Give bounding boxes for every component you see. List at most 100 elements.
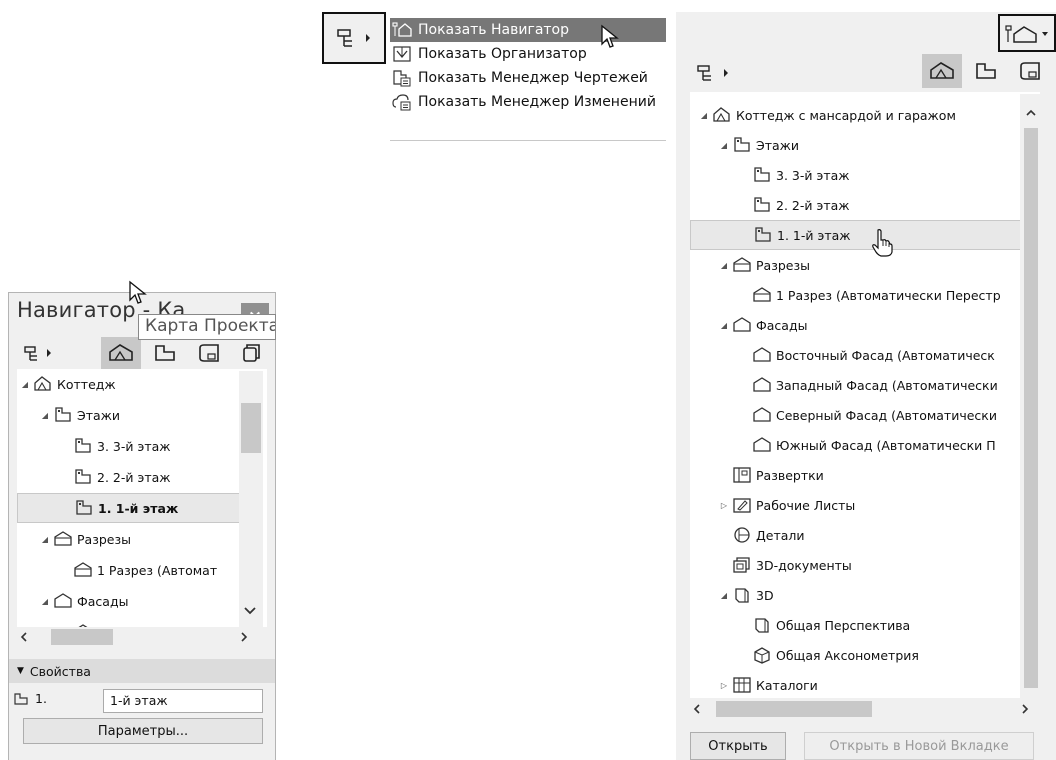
tree-item[interactable]: 2. 2-й этаж [690, 190, 1022, 220]
tree-horizontal-scrollbar[interactable] [690, 698, 1040, 720]
tree-item[interactable]: ◢ Коттедж [17, 369, 243, 399]
tree-item[interactable]: Развертки [690, 460, 1022, 490]
tree-item[interactable]: Восточный Фасад (Автоматическ [690, 340, 1022, 370]
scroll-right-arrow[interactable] [239, 631, 249, 643]
properties-header-label: Свойства [29, 663, 91, 679]
palette-menu-button[interactable] [998, 14, 1056, 52]
tooltip: Карта Проекта [138, 314, 276, 340]
collapse-triangle-icon[interactable]: ▷ [718, 501, 730, 510]
tree-vertical-scrollbar[interactable] [239, 371, 263, 627]
tree-item-label: 1. 1-й этаж [777, 227, 851, 243]
scroll-left-arrow[interactable] [692, 703, 702, 715]
tree-item-label: 3. 3-й этаж [776, 167, 850, 183]
3d-icon [752, 616, 772, 634]
tree-item[interactable]: ◢ Фасады [17, 586, 243, 616]
menu-item[interactable]: Показать Навигатор [390, 18, 666, 42]
tree-item[interactable]: ▷ Каталоги [690, 670, 1022, 698]
tree-item[interactable]: ◢ Разрезы [17, 524, 243, 554]
tree-item[interactable]: Общая Аксонометрия [690, 640, 1022, 670]
expand-triangle-icon[interactable]: ◢ [39, 597, 51, 606]
tree-item[interactable]: 1 Разрез (Автомат [17, 555, 243, 585]
tree-item[interactable]: ◢ Этажи [17, 400, 243, 430]
view-menu-button[interactable] [17, 339, 61, 367]
scrollbar-thumb[interactable] [51, 629, 113, 645]
expand-triangle-icon[interactable]: ◢ [698, 111, 710, 120]
tree-item[interactable]: Южный Фасад (Автоматически П [690, 430, 1022, 460]
collapse-triangle-icon[interactable]: ▷ [718, 681, 730, 690]
window-menu-button[interactable] [322, 12, 386, 64]
story-icon [73, 437, 93, 455]
worksheet-icon [732, 496, 752, 514]
expand-triangle-icon[interactable]: ◢ [39, 411, 51, 420]
scrollbar-thumb[interactable] [1024, 128, 1038, 688]
tree-item[interactable]: ◢ Разрезы [690, 250, 1022, 280]
tree-item-label: Южный Фасад (Автоматически П [776, 437, 996, 453]
scroll-right-arrow[interactable] [1020, 703, 1030, 715]
elevation-icon [752, 376, 772, 394]
open-new-tab-button[interactable]: Открыть в Новой Вкладке [804, 732, 1034, 760]
open-button[interactable]: Открыть [690, 732, 786, 760]
tree-item-label: Этажи [756, 137, 800, 153]
elevation-icon [53, 592, 73, 610]
tree-item[interactable]: 1. 1-й этаж [17, 493, 243, 523]
tree-item[interactable]: ◢ Этажи [690, 130, 1022, 160]
scroll-up-arrow[interactable] [1025, 108, 1037, 118]
tree-item[interactable]: Детали [690, 520, 1022, 550]
tree-item-label: Северный Фасад (Автоматически [776, 407, 997, 423]
view-map-button[interactable] [145, 337, 185, 369]
tree-item[interactable]: 2. 2-й этаж [17, 462, 243, 492]
layout-book-button[interactable] [189, 337, 229, 369]
expand-triangle-icon[interactable]: ◢ [718, 321, 730, 330]
3d-document-icon [732, 556, 752, 574]
tree-item[interactable]: ◢ 3D [690, 580, 1022, 610]
expand-triangle-icon[interactable]: ◢ [19, 380, 31, 389]
tree-item[interactable]: Общая Перспектива [690, 610, 1022, 640]
view-map-button[interactable] [966, 54, 1006, 88]
tree-item[interactable]: 3D-документы [690, 550, 1022, 580]
tree-item[interactable]: Северный Фасад (Автоматически [690, 400, 1022, 430]
tree-item-label: Разрезы [77, 531, 131, 547]
expand-triangle-icon[interactable]: ◢ [718, 591, 730, 600]
menu-item[interactable]: Показать Менеджер Изменений [390, 90, 666, 114]
publisher-sets-button[interactable] [233, 337, 269, 369]
tree-item-label: Фасады [756, 317, 808, 333]
mouse-cursor-icon [600, 24, 620, 50]
project-map-button[interactable] [101, 337, 141, 369]
story-icon [753, 226, 773, 244]
tree-item-label: Коттедж с мансардой и гаражом [736, 107, 956, 123]
project-map-button[interactable] [922, 54, 962, 88]
menu-item[interactable]: Показать Организатор [390, 42, 666, 66]
tree-vertical-scrollbar[interactable] [1020, 94, 1042, 698]
tree-item[interactable]: Западный Фасад (Автоматически [690, 370, 1022, 400]
tree-item-label: Восточный Фасад (Автоматическ [776, 347, 995, 363]
menu-item[interactable]: Показать Менеджер Чертежей [390, 66, 666, 90]
story-name-field[interactable]: 1-й этаж [103, 689, 263, 713]
story-icon [732, 136, 752, 154]
tree-item[interactable]: 1 Разрез (Автоматически Перестр [690, 280, 1022, 310]
tree-item[interactable]: ◢ Коттедж с мансардой и гаражом [690, 100, 1022, 130]
tree-item[interactable]: 1. 1-й этаж [690, 220, 1022, 250]
scrollbar-thumb[interactable] [241, 403, 261, 453]
expand-triangle-icon[interactable]: ◢ [39, 535, 51, 544]
tree-item[interactable]: 3. 3-й этаж [17, 431, 243, 461]
tree-item[interactable]: ◢ Фасады [690, 310, 1022, 340]
elevation-icon [752, 346, 772, 364]
view-menu-button[interactable] [690, 58, 738, 88]
tree-item[interactable]: ▷ Рабочие Листы [690, 490, 1022, 520]
tree-item-label: 1. 1-й этаж [98, 500, 179, 516]
parameters-button[interactable]: Параметры... [23, 718, 263, 744]
layout-book-button[interactable] [1010, 54, 1050, 88]
tree-horizontal-scrollbar[interactable] [17, 627, 267, 647]
tree-item-label: 3. 3-й этаж [97, 438, 171, 454]
axonometry-icon [752, 646, 772, 664]
scroll-down-arrow[interactable] [243, 605, 257, 617]
expand-triangle-icon[interactable]: ◢ [718, 261, 730, 270]
scrollbar-thumb[interactable] [716, 701, 872, 717]
properties-header[interactable]: ▼ Свойства [9, 659, 275, 683]
tree-item[interactable]: 3. 3-й этаж [690, 160, 1022, 190]
project-map-icon [928, 60, 956, 82]
tree-item-label: Западный Фасад (Автоматически [776, 377, 998, 393]
scroll-left-arrow[interactable] [19, 631, 29, 643]
expand-triangle-icon[interactable]: ◢ [718, 141, 730, 150]
tree-item[interactable]: Восточный Фасад [17, 617, 243, 627]
